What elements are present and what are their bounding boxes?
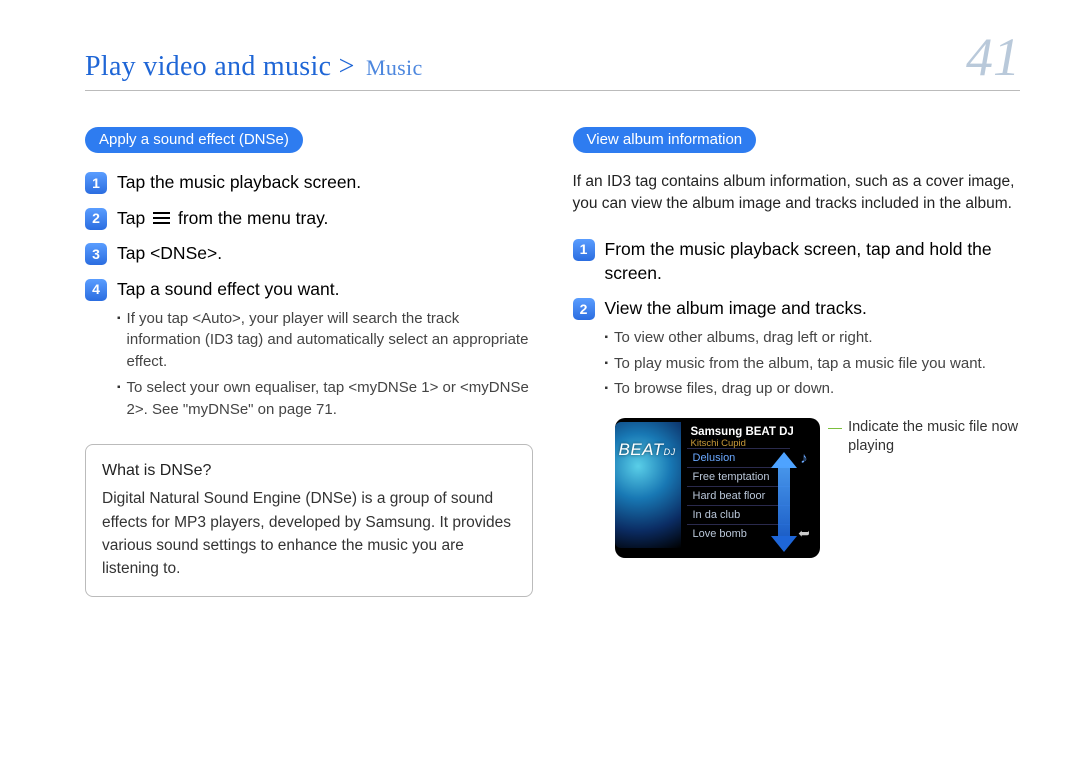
track-row: Free temptation <box>687 467 791 486</box>
album-intro: If an ID3 tag contains album information… <box>573 171 1021 216</box>
right-column: View album information If an ID3 tag con… <box>573 127 1021 597</box>
section-pill-album: View album information <box>573 127 757 153</box>
note-bullet: To select your own equaliser, tap <myDNS… <box>117 377 533 421</box>
note-text: If you tap <Auto>, your player will sear… <box>127 308 533 373</box>
page-root: Play video and music > Music 41 Apply a … <box>0 0 1080 762</box>
device-screenshot: BEATDJ Samsung BEAT DJ Kitschi Cupid Del… <box>615 418 821 558</box>
step-item: 3 Tap <DNSe>. <box>85 242 533 266</box>
info-body: Digital Natural Sound Engine (DNSe) is a… <box>102 487 516 580</box>
step-number-badge: 2 <box>573 298 595 320</box>
step-item: 2 View the album image and tracks. To vi… <box>573 297 1021 404</box>
step-number-badge: 4 <box>85 279 107 301</box>
device-right-icons: ♪ ➥ <box>794 450 814 542</box>
step-number-badge: 1 <box>85 172 107 194</box>
left-column: Apply a sound effect (DNSe) 1 Tap the mu… <box>85 127 533 597</box>
breadcrumb: Play video and music > Music <box>85 51 423 83</box>
page-header: Play video and music > Music 41 <box>85 30 1020 91</box>
note-bullet: If you tap <Auto>, your player will sear… <box>117 308 533 373</box>
step-number-badge: 3 <box>85 243 107 265</box>
step-item: 1 Tap the music playback screen. <box>85 171 533 195</box>
info-title: What is DNSe? <box>102 459 516 483</box>
step-text: Tap from the menu tray. <box>117 207 533 231</box>
now-playing-icon: ♪ <box>800 450 808 467</box>
device-header: Samsung BEAT DJ Kitschi Cupid <box>621 424 815 450</box>
note-text: To play music from the album, tap a musi… <box>614 353 986 375</box>
callout-text: Indicate the music file now playing <box>848 418 1020 456</box>
note-bullet: To play music from the album, tap a musi… <box>605 353 1021 375</box>
step-item: 4 Tap a sound effect you want. If you ta… <box>85 278 533 424</box>
dnse-info-box: What is DNSe? Digital Natural Sound Engi… <box>85 444 533 597</box>
step-main: View the album image and tracks. <box>605 298 867 318</box>
album-steps: 1 From the music playback screen, tap an… <box>573 238 1021 404</box>
track-row: Hard beat floor <box>687 486 791 505</box>
track-row: Love bomb <box>687 524 791 543</box>
step-text: Tap <DNSe>. <box>117 242 533 266</box>
step-text: Tap a sound effect you want. If you tap … <box>117 278 533 424</box>
step-text: Tap the music playback screen. <box>117 171 533 195</box>
device-title: Samsung BEAT DJ <box>691 426 807 439</box>
step-text: From the music playback screen, tap and … <box>605 238 1021 285</box>
section-pill-dnse: Apply a sound effect (DNSe) <box>85 127 303 153</box>
step-item: 1 From the music playback screen, tap an… <box>573 238 1021 285</box>
note-bullet: To browse files, drag up or down. <box>605 378 1021 400</box>
step2-notes: To view other albums, drag left or right… <box>605 327 1021 400</box>
track-row: In da club <box>687 505 791 524</box>
page-number: 41 <box>966 30 1020 84</box>
step-post: from the menu tray. <box>178 208 328 228</box>
callout-leader-line <box>828 428 842 429</box>
step-number-badge: 2 <box>85 208 107 230</box>
note-text: To view other albums, drag left or right… <box>614 327 872 349</box>
dnse-steps: 1 Tap the music playback screen. 2 Tap f… <box>85 171 533 424</box>
track-row: Delusion <box>687 448 791 467</box>
content-columns: Apply a sound effect (DNSe) 1 Tap the mu… <box>85 127 1020 597</box>
step4-notes: If you tap <Auto>, your player will sear… <box>117 308 533 421</box>
step-text: View the album image and tracks. To view… <box>605 297 1021 404</box>
track-list: Delusion Free temptation Hard beat floor… <box>687 448 791 543</box>
note-bullet: To view other albums, drag left or right… <box>605 327 1021 349</box>
now-playing-callout: Indicate the music file now playing <box>828 418 1020 456</box>
step-pre: Tap <box>117 208 145 228</box>
menu-tray-icon <box>153 212 170 225</box>
note-text: To select your own equaliser, tap <myDNS… <box>127 377 533 421</box>
step-main: Tap a sound effect you want. <box>117 279 339 299</box>
breadcrumb-sub: Music <box>366 55 423 80</box>
device-figure: BEATDJ Samsung BEAT DJ Kitschi Cupid Del… <box>615 418 1021 558</box>
back-icon: ➥ <box>798 525 810 542</box>
step-number-badge: 1 <box>573 239 595 261</box>
step-item: 2 Tap from the menu tray. <box>85 207 533 231</box>
note-text: To browse files, drag up or down. <box>614 378 834 400</box>
breadcrumb-main: Play video and music > <box>85 51 355 82</box>
